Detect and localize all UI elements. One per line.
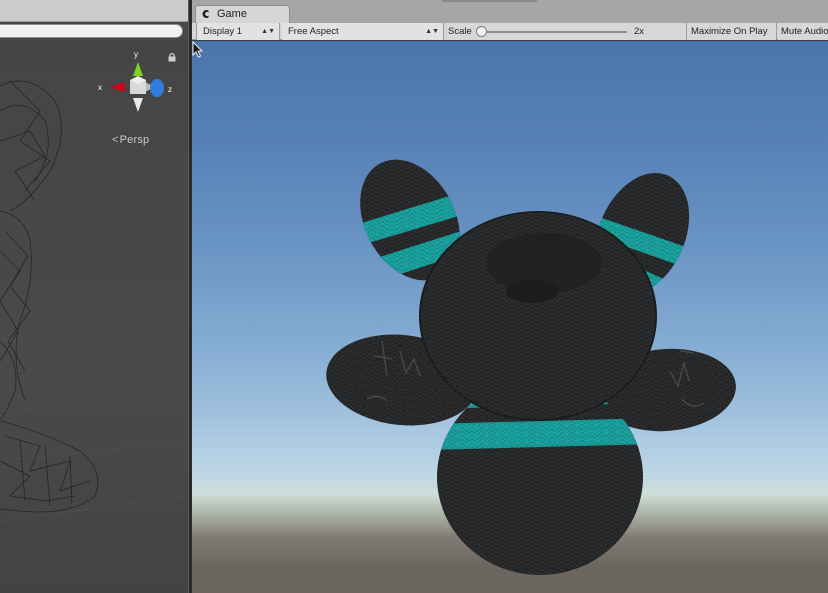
aspect-dropdown-value: Free Aspect [288,26,339,37]
maximize-on-play-toggle[interactable]: Maximize On Play [687,23,777,40]
maximize-on-play-label: Maximize On Play [691,26,768,37]
aspect-dropdown[interactable]: Free Aspect ▲▼ [282,23,444,40]
orientation-gizmo-icon[interactable]: y x z [95,50,175,120]
scale-value: 2x [634,26,645,37]
scale-slider-track[interactable] [481,31,627,33]
game-panel: Game Display 1 ▲▼ Free Aspect ▲▼ Scale 2… [192,0,828,593]
axis-y-label: y [134,50,138,59]
mute-audio-label: Mute Audio [781,26,828,37]
scene-toolbar [0,0,188,22]
display-dropdown-value: Display 1 [203,26,243,37]
tab-game[interactable]: Game [195,5,290,23]
dropdown-arrows-icon: ▲▼ [261,28,275,35]
teddy-bear-model [326,142,736,575]
game-toolbar: Display 1 ▲▼ Free Aspect ▲▼ Scale 2x Max… [192,23,828,40]
tab-strip-divider [442,0,537,2]
chevron-left-icon: < [112,134,119,146]
scale-slider-thumb[interactable] [476,26,487,37]
axis-z-label: z [168,85,172,94]
unity-editor-window: y x z <Persp Game Display 1 ▲▼ Free Aspe… [0,0,828,593]
scene-panel: y x z <Persp [0,0,188,593]
lock-icon[interactable] [167,52,177,62]
display-dropdown[interactable]: Display 1 ▲▼ [196,23,280,40]
scale-control: Scale 2x [444,23,687,40]
tab-strip: Game [192,0,828,23]
dropdown-arrows-icon: ▲▼ [425,28,439,35]
axis-x-label: x [98,83,102,92]
tab-game-label: Game [217,8,247,20]
scale-label: Scale [448,26,472,37]
persp-toggle[interactable]: <Persp [112,134,149,146]
mute-audio-toggle[interactable]: Mute Audio [778,23,828,40]
persp-label: Persp [119,134,150,146]
game-controller-icon [202,10,209,18]
wireframe-model [0,80,188,522]
scene-search-field[interactable] [0,24,183,38]
game-viewport[interactable] [192,41,828,593]
mouse-cursor-icon [192,41,204,58]
